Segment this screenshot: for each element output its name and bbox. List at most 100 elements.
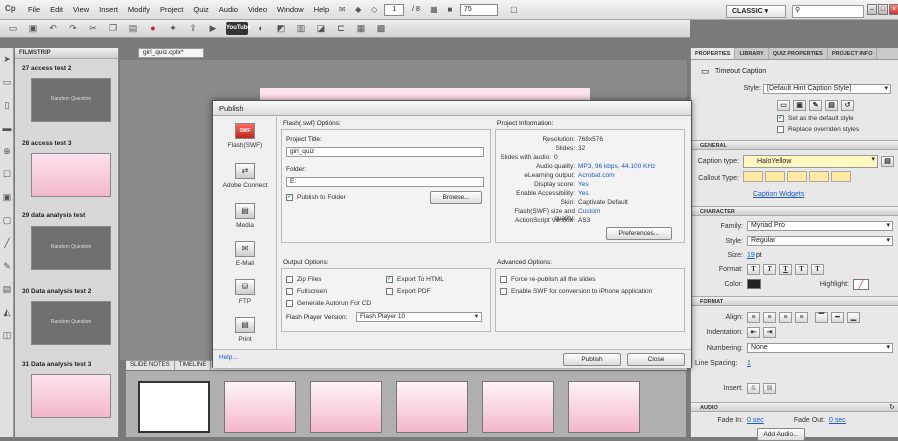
tab-timeline[interactable]: TIMELINE — [175, 361, 212, 370]
menu-insert[interactable]: Insert — [94, 5, 123, 14]
align-center-icon[interactable]: ≡ — [763, 312, 776, 323]
widget-tool-icon[interactable]: ◫ — [1, 330, 13, 342]
outdent-icon[interactable]: ⇤ — [747, 327, 760, 338]
tab-library[interactable]: LIBRARY — [735, 48, 769, 59]
preferences-button[interactable]: Preferences... — [606, 227, 672, 240]
close-button[interactable]: Close — [627, 353, 685, 366]
align-justify-icon[interactable]: ≡ — [795, 312, 808, 323]
tab-project-info[interactable]: PROJECT INFO — [828, 48, 878, 59]
align-left-icon[interactable]: ≡ — [747, 312, 760, 323]
style-select[interactable]: [Default Hint Caption Style] ▾ — [763, 84, 891, 94]
add-audio-button[interactable]: Add Audio... — [757, 428, 805, 441]
table-icon[interactable]: ▦ — [354, 22, 368, 35]
style-edit-button[interactable]: ✎ — [809, 100, 822, 111]
menu-project[interactable]: Project — [155, 5, 188, 14]
paste-icon[interactable]: ▤ — [126, 22, 140, 35]
publish-button[interactable]: Publish — [563, 353, 621, 366]
bottom-thumbnail[interactable] — [396, 381, 468, 433]
iphone-conversion-checkbox[interactable]: Enable SWF for conversion to iPhone appl… — [500, 288, 652, 295]
style-save-button[interactable]: ▣ — [793, 100, 806, 111]
button-tool-icon[interactable]: ▣ — [1, 192, 13, 204]
text-color-swatch[interactable] — [747, 279, 761, 289]
slide-thumbnail[interactable] — [31, 153, 111, 197]
format-section-header[interactable]: FORMAT — [691, 296, 898, 306]
layout-icon[interactable]: ▦ — [428, 4, 440, 15]
target-media[interactable]: ▤ Media — [213, 203, 277, 229]
flash-icon[interactable]: ✦ — [166, 22, 180, 35]
flash-player-select[interactable]: Flash Player 10 ▾ — [356, 312, 482, 322]
help-link[interactable]: Help... — [219, 354, 238, 361]
youtube-icon[interactable]: YouTube — [226, 22, 251, 35]
target-ftp[interactable]: ⛁ FTP — [213, 279, 277, 305]
callout-option[interactable] — [809, 171, 829, 182]
superscript-button[interactable]: T — [795, 264, 808, 275]
maximize-button[interactable]: □ — [878, 4, 888, 15]
click-box-icon[interactable]: ☐ — [1, 169, 13, 181]
style-new-button[interactable]: ▭ — [777, 100, 790, 111]
grid-icon[interactable]: ▩ — [374, 22, 388, 35]
minimize-button[interactable]: – — [867, 4, 877, 15]
camera-icon[interactable]: ■ — [444, 4, 456, 15]
email-icon[interactable]: ✉ — [336, 4, 348, 15]
line-spacing-value[interactable]: 1 — [747, 360, 751, 367]
search-input[interactable]: ⚲ — [792, 5, 864, 18]
align-right-icon[interactable]: ≡ — [779, 312, 792, 323]
info-value[interactable]: MP3, 96 kbps, 44.100 KHz — [578, 163, 655, 170]
bottom-thumbnail[interactable] — [482, 381, 554, 433]
browse-button[interactable]: Browse... — [430, 191, 482, 204]
target-flash-swf[interactable]: SWF Flash(SWF) — [213, 123, 277, 149]
project-title-input[interactable]: girl_quiz — [286, 147, 484, 157]
object-icon[interactable]: ◩ — [274, 22, 288, 35]
save-icon[interactable]: ▣ — [26, 22, 40, 35]
next-slide-icon[interactable]: ◇ — [368, 4, 380, 15]
select-tool-icon[interactable]: ➤ — [1, 54, 13, 66]
tab-quiz-properties[interactable]: QUIZ PROPERTIES — [769, 48, 828, 59]
slide-thumbnail[interactable]: Random Question — [31, 301, 111, 345]
text-caption-tool-icon[interactable]: ▭ — [1, 77, 13, 89]
fit-icon[interactable]: ▢ — [508, 4, 520, 15]
target-print[interactable]: ▤ Print — [213, 317, 277, 343]
menu-quiz[interactable]: Quiz — [188, 5, 213, 14]
italic-button[interactable]: T — [763, 264, 776, 275]
align-middle-icon[interactable]: ━ — [831, 312, 844, 323]
text-icon[interactable]: ▥ — [294, 22, 308, 35]
numbering-select[interactable]: None ▾ — [747, 343, 893, 353]
highlight-color-swatch[interactable]: ╱ — [853, 279, 869, 290]
refresh-icon[interactable]: ↻ — [889, 403, 895, 411]
callout-option[interactable] — [765, 171, 785, 182]
cut-icon[interactable]: ✂ — [86, 22, 100, 35]
shape-icon[interactable]: ◪ — [314, 22, 328, 35]
previous-slide-icon[interactable]: ◆ — [352, 4, 364, 15]
slide-number-input[interactable]: 1 — [384, 3, 405, 16]
export-html-checkbox[interactable]: ✓ Export To HTML — [386, 276, 444, 283]
info-value[interactable]: Yes — [578, 181, 589, 188]
align-bottom-icon[interactable]: ▁ — [847, 312, 860, 323]
menu-view[interactable]: View — [68, 5, 94, 14]
insert-variable-icon[interactable]: ⊠ — [763, 383, 776, 394]
menu-video[interactable]: Video — [243, 5, 272, 14]
info-value[interactable]: Acrobat.com — [578, 172, 615, 179]
zoom-tool-icon[interactable]: ⊕ — [1, 146, 13, 158]
highlight-tool-icon[interactable]: ▬ — [1, 123, 13, 135]
publish-icon[interactable]: ⇪ — [186, 22, 200, 35]
target-email[interactable]: ✉ E-Mail — [213, 241, 277, 267]
replace-styles-checkbox[interactable]: Replace overriden styles — [777, 126, 859, 133]
align-top-icon[interactable]: ▔ — [815, 312, 828, 323]
animation-tool-icon[interactable]: ◭ — [1, 307, 13, 319]
undo-icon[interactable]: ↶ — [46, 22, 60, 35]
menu-edit[interactable]: Edit — [45, 5, 68, 14]
target-adobe-connect[interactable]: ⇄ Adobe Connect — [213, 163, 277, 189]
folder-input[interactable]: E: — [286, 177, 484, 187]
bottom-thumbnail[interactable] — [310, 381, 382, 433]
caption-type-select[interactable]: HaloYellow ▾ — [743, 155, 878, 168]
font-family-select[interactable]: Myriad Pro ▾ — [747, 221, 893, 231]
subscript-button[interactable]: T — [811, 264, 824, 275]
menu-audio[interactable]: Audio — [214, 5, 243, 14]
slide-thumbnail[interactable] — [31, 374, 111, 418]
fade-in-value[interactable]: 0 sec — [747, 417, 764, 424]
bottom-thumbnail[interactable] — [568, 381, 640, 433]
character-section-header[interactable]: CHARACTER — [691, 206, 898, 216]
underline-button[interactable]: T — [779, 264, 792, 275]
caption-widgets-link[interactable]: Caption Widgets — [753, 191, 804, 198]
record-icon[interactable]: ● — [146, 22, 160, 35]
